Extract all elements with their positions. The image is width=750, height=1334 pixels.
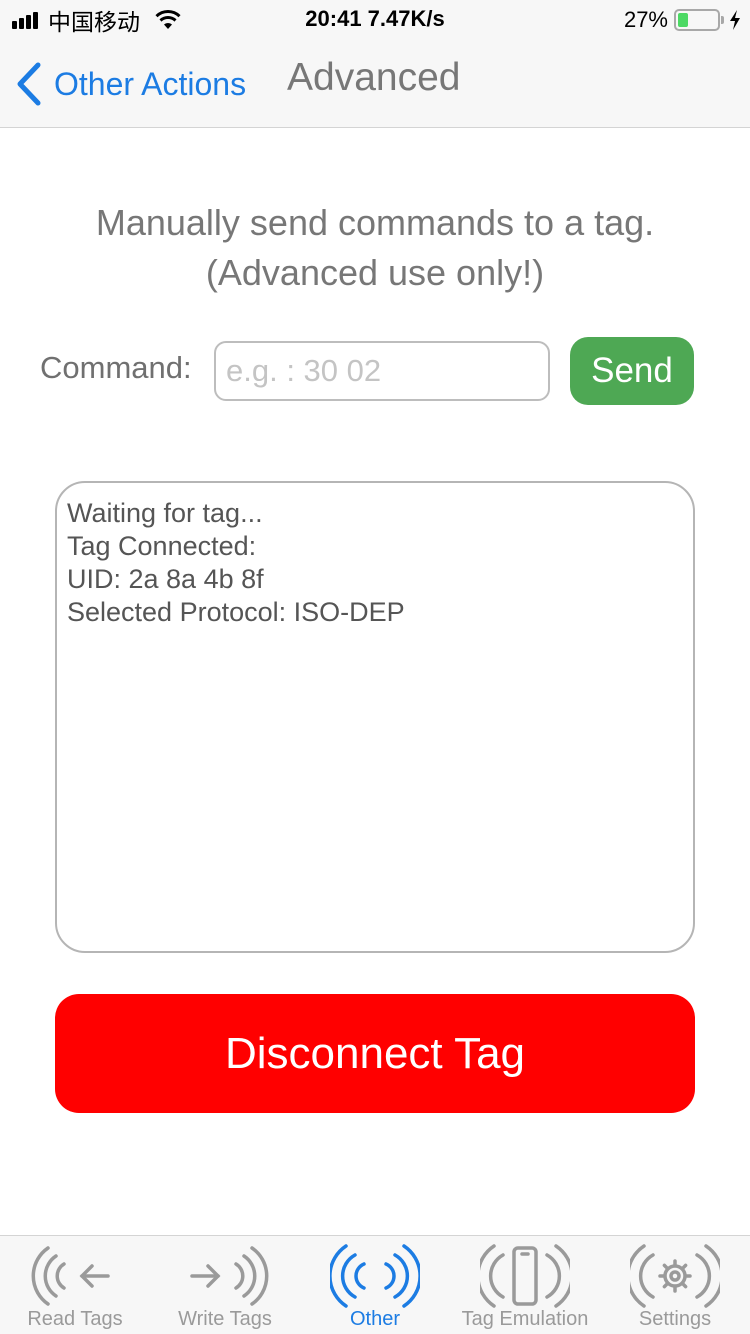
tab-tag-emulation[interactable]: Tag Emulation [450, 1236, 600, 1334]
status-bar: 中国移动 20:41 7.47K/s 27% [0, 0, 750, 40]
gear-icon [630, 1244, 720, 1308]
log-line: Tag Connected: [67, 531, 257, 561]
tab-label: Settings [638, 1308, 712, 1330]
battery-fill [678, 13, 689, 27]
tab-write-tags[interactable]: Write Tags [150, 1236, 300, 1334]
log-output[interactable]: Waiting for tag... Tag Connected: UID: 2… [55, 481, 695, 953]
status-right: 27% [624, 6, 742, 34]
page-title: Advanced [287, 56, 461, 99]
send-button[interactable]: Send [570, 337, 694, 405]
battery-nub [721, 16, 724, 24]
nfc-waves-icon [330, 1244, 420, 1308]
phone-emulation-icon [480, 1244, 570, 1308]
intro-line-2: (Advanced use only!) [205, 252, 545, 293]
disconnect-tag-button[interactable]: Disconnect Tag [55, 994, 695, 1113]
nfc-write-icon [190, 1246, 269, 1306]
charging-bolt-icon [730, 10, 740, 30]
battery-percent: 27% [623, 7, 668, 32]
back-button[interactable]: Other Actions [16, 60, 246, 108]
log-line: Waiting for tag... [67, 498, 263, 528]
command-label: Command: [40, 350, 192, 385]
tab-other[interactable]: Other [300, 1236, 450, 1334]
nfc-read-icon [31, 1246, 110, 1306]
battery-icon [674, 9, 720, 31]
intro-text: Manually send commands to a tag. (Advanc… [0, 198, 750, 298]
tab-read-tags[interactable]: Read Tags [0, 1236, 150, 1334]
chevron-left-icon [17, 62, 41, 106]
tab-label: Other [349, 1308, 401, 1330]
tab-bar: Read Tags Write Tags Other Tag Emulation… [0, 1235, 750, 1334]
command-input[interactable] [214, 341, 550, 401]
tab-label: Tag Emulation [461, 1308, 589, 1330]
log-line: Selected Protocol: ISO-DEP [67, 597, 405, 627]
tab-settings[interactable]: Settings [600, 1236, 750, 1334]
tab-label: Write Tags [178, 1308, 272, 1330]
log-line: UID: 2a 8a 4b 8f [67, 564, 264, 594]
tab-label: Read Tags [27, 1308, 123, 1330]
back-button-label: Other Actions [54, 65, 247, 102]
navigation-bar: Other Actions Advanced [0, 40, 750, 128]
intro-line-1: Manually send commands to a tag. [95, 202, 655, 243]
